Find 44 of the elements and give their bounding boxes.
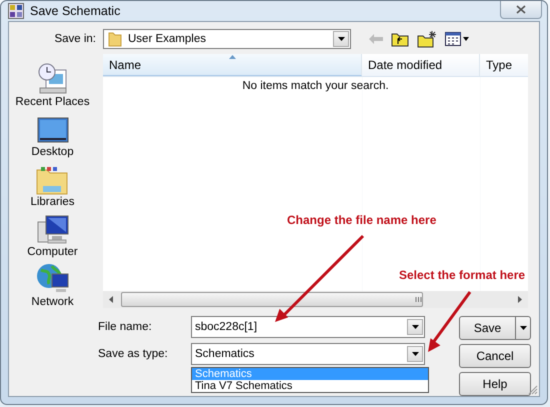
computer-icon xyxy=(36,214,70,246)
save-in-dropdown[interactable]: User Examples xyxy=(103,29,351,49)
annotation-text: Select the format here xyxy=(399,268,526,282)
scroll-left-icon[interactable] xyxy=(109,296,113,303)
caret-icon xyxy=(412,325,418,329)
file-name-label: File name: xyxy=(98,321,153,333)
folder-icon xyxy=(35,164,70,196)
sidebar-item[interactable]: Recent Places xyxy=(15,58,90,108)
new-folder-icon[interactable] xyxy=(417,30,437,48)
view-menu-icon[interactable] xyxy=(445,32,469,46)
save-as-type-dropdown[interactable]: Schematics xyxy=(191,343,425,365)
sidebar-item[interactable]: Network xyxy=(31,258,74,308)
horizontal-scrollbar[interactable] xyxy=(103,291,528,308)
app-icon xyxy=(8,3,24,19)
window-title: Save Schematic xyxy=(30,4,120,18)
caret-icon xyxy=(412,352,418,356)
dropdown-option[interactable]: Tina V7 Schematics xyxy=(192,380,428,392)
caret-icon xyxy=(520,326,526,330)
caret-icon xyxy=(338,37,344,41)
annotation-arrow xyxy=(428,291,472,352)
close-button[interactable] xyxy=(500,1,542,19)
scroll-thumb[interactable] xyxy=(121,292,423,307)
empty-message: No items match your search. xyxy=(242,80,389,92)
save-as-type-label: Save as type: xyxy=(98,348,169,360)
column-header[interactable]: Date modified xyxy=(362,54,480,76)
column-header[interactable]: Name xyxy=(103,54,362,76)
sidebar-item[interactable]: Computer xyxy=(27,208,78,258)
dialog-button[interactable]: Cancel xyxy=(459,344,531,368)
save-in-label: Save in: xyxy=(53,33,97,45)
resize-grip-icon[interactable] xyxy=(528,385,538,395)
annotation-text: Change the file name here xyxy=(287,213,436,227)
file-name-field[interactable]: sboc228c[1] xyxy=(191,316,425,338)
save-button[interactable]: Save xyxy=(459,316,531,340)
grip-icon xyxy=(415,297,422,302)
sidebar-item[interactable]: Desktop xyxy=(31,108,74,158)
dialog-button[interactable]: Help xyxy=(459,372,531,396)
column-header[interactable]: Type xyxy=(480,54,528,76)
clock-document-icon xyxy=(36,62,70,96)
scroll-right-icon[interactable] xyxy=(518,296,522,303)
folder-icon xyxy=(108,31,122,47)
sidebar-item[interactable]: Libraries xyxy=(30,158,75,208)
close-icon xyxy=(516,5,526,14)
up-folder-icon[interactable] xyxy=(391,31,409,47)
sort-indicator-icon xyxy=(229,55,236,59)
